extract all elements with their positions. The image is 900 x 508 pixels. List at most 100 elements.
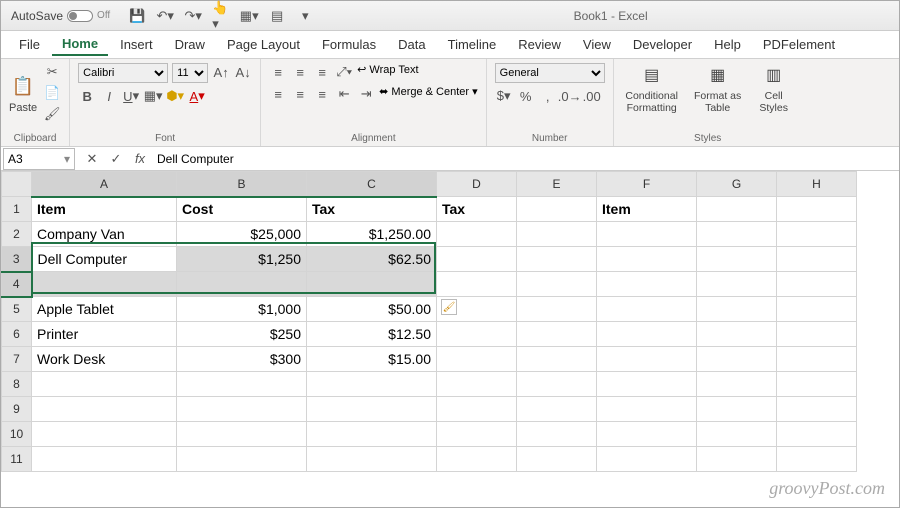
cell-D7[interactable]: [437, 347, 517, 372]
cell-D9[interactable]: [437, 397, 517, 422]
align-top-icon[interactable]: ≡: [269, 63, 287, 81]
cell-D11[interactable]: [437, 447, 517, 472]
cell-D4[interactable]: [437, 272, 517, 297]
cell-E8[interactable]: [517, 372, 597, 397]
cell-G3[interactable]: [697, 247, 777, 272]
col-header-A[interactable]: A: [32, 172, 177, 197]
cell-B9[interactable]: [177, 397, 307, 422]
orientation-icon[interactable]: ⤢▾: [335, 63, 353, 81]
row-header-4[interactable]: 4: [2, 272, 32, 297]
menu-review[interactable]: Review: [508, 34, 571, 55]
paste-button[interactable]: 📋 Paste: [9, 72, 37, 114]
cell-C6[interactable]: $12.50: [307, 322, 437, 347]
cell-D8[interactable]: [437, 372, 517, 397]
cell-C9[interactable]: [307, 397, 437, 422]
name-box[interactable]: A3 ▾: [3, 148, 75, 170]
increase-decimal-icon[interactable]: .0→: [561, 87, 579, 105]
fx-icon[interactable]: fx: [131, 150, 149, 168]
cell-styles-button[interactable]: ▥ Cell Styles: [754, 63, 794, 114]
cell-D6[interactable]: [437, 322, 517, 347]
format-painter-icon[interactable]: 🖌: [43, 105, 61, 123]
cell-G1[interactable]: [697, 197, 777, 222]
cell-C4[interactable]: [307, 272, 437, 297]
currency-icon[interactable]: $▾: [495, 87, 513, 105]
cell-B8[interactable]: [177, 372, 307, 397]
menu-file[interactable]: File: [9, 34, 50, 55]
cell-H6[interactable]: [777, 322, 857, 347]
font-name-select[interactable]: Calibri: [78, 63, 168, 83]
row-header-7[interactable]: 7: [2, 347, 32, 372]
cell-F10[interactable]: [597, 422, 697, 447]
cell-H5[interactable]: [777, 297, 857, 322]
cell-A1[interactable]: Item: [32, 197, 177, 222]
cell-E9[interactable]: [517, 397, 597, 422]
cell-F1[interactable]: Item: [597, 197, 697, 222]
cell-H11[interactable]: [777, 447, 857, 472]
cell-H3[interactable]: [777, 247, 857, 272]
indent-decrease-icon[interactable]: ⇤: [335, 85, 353, 103]
cell-D1[interactable]: Tax: [437, 197, 517, 222]
col-header-G[interactable]: G: [697, 172, 777, 197]
merge-center-button[interactable]: ⬌ Merge & Center ▾: [379, 85, 478, 103]
cell-C2[interactable]: $1,250.00: [307, 222, 437, 247]
save-icon[interactable]: 💾: [128, 7, 146, 25]
row-header-6[interactable]: 6: [2, 322, 32, 347]
cell-A6[interactable]: Printer: [32, 322, 177, 347]
align-right-icon[interactable]: ≡: [313, 85, 331, 103]
borders-icon[interactable]: ▦▾: [240, 7, 258, 25]
cell-F9[interactable]: [597, 397, 697, 422]
menu-help[interactable]: Help: [704, 34, 751, 55]
cell-C10[interactable]: [307, 422, 437, 447]
cell-G10[interactable]: [697, 422, 777, 447]
col-header-B[interactable]: B: [177, 172, 307, 197]
cell-H8[interactable]: [777, 372, 857, 397]
cell-C11[interactable]: [307, 447, 437, 472]
cell-H4[interactable]: [777, 272, 857, 297]
align-middle-icon[interactable]: ≡: [291, 63, 309, 81]
number-format-select[interactable]: General: [495, 63, 605, 83]
menu-page-layout[interactable]: Page Layout: [217, 34, 310, 55]
cell-B6[interactable]: $250: [177, 322, 307, 347]
col-header-H[interactable]: H: [777, 172, 857, 197]
bold-icon[interactable]: B: [78, 87, 96, 105]
cell-G7[interactable]: [697, 347, 777, 372]
menu-formulas[interactable]: Formulas: [312, 34, 386, 55]
more-icon[interactable]: ▾: [296, 7, 314, 25]
cell-A4[interactable]: [32, 272, 177, 297]
row-header-1[interactable]: 1: [2, 197, 32, 222]
cell-C7[interactable]: $15.00: [307, 347, 437, 372]
cell-F7[interactable]: [597, 347, 697, 372]
cell-F11[interactable]: [597, 447, 697, 472]
worksheet-grid[interactable]: A B C D E F G H 1 Item Cost Tax Tax Item…: [1, 171, 899, 472]
wrap-text-button[interactable]: ↩ Wrap Text: [357, 63, 418, 81]
cell-E5[interactable]: [517, 297, 597, 322]
fill-icon[interactable]: ▤: [268, 7, 286, 25]
cell-B3[interactable]: $1,250: [177, 247, 307, 272]
redo-icon[interactable]: ↷▾: [184, 7, 202, 25]
underline-icon[interactable]: U▾: [122, 87, 140, 105]
cell-C5[interactable]: $50.00: [307, 297, 437, 322]
cell-F3[interactable]: [597, 247, 697, 272]
cell-D2[interactable]: [437, 222, 517, 247]
cell-H9[interactable]: [777, 397, 857, 422]
percent-icon[interactable]: %: [517, 87, 535, 105]
copy-icon[interactable]: 📄: [43, 84, 61, 102]
decrease-font-icon[interactable]: A↓: [234, 63, 252, 81]
col-header-F[interactable]: F: [597, 172, 697, 197]
cell-F6[interactable]: [597, 322, 697, 347]
cell-F8[interactable]: [597, 372, 697, 397]
cell-B7[interactable]: $300: [177, 347, 307, 372]
cell-D3[interactable]: [437, 247, 517, 272]
menu-insert[interactable]: Insert: [110, 34, 163, 55]
cell-C3[interactable]: $62.50: [307, 247, 437, 272]
undo-icon[interactable]: ↶▾: [156, 7, 174, 25]
cell-F2[interactable]: [597, 222, 697, 247]
toggle-off-icon[interactable]: [67, 10, 93, 22]
align-left-icon[interactable]: ≡: [269, 85, 287, 103]
comma-icon[interactable]: ,: [539, 87, 557, 105]
select-all-corner[interactable]: [2, 172, 32, 197]
cell-H7[interactable]: [777, 347, 857, 372]
format-as-table-button[interactable]: ▦ Format as Table: [692, 63, 744, 114]
row-header-9[interactable]: 9: [2, 397, 32, 422]
font-color-icon[interactable]: A▾: [188, 87, 206, 105]
